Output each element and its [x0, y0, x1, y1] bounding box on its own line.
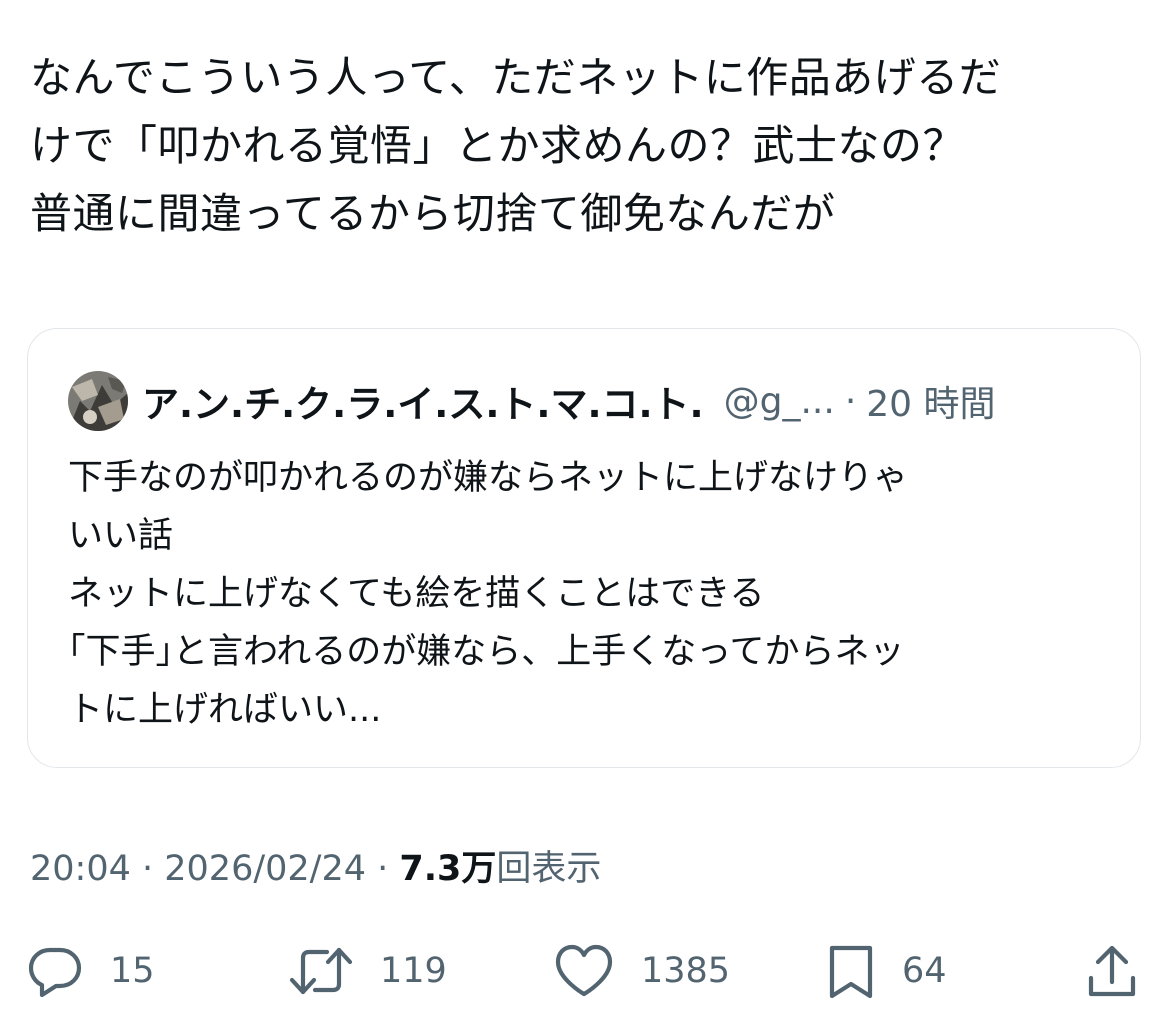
quoted-author-handle[interactable]: @g_...: [724, 381, 835, 422]
reply-icon: [28, 947, 82, 998]
quoted-timestamp[interactable]: 20 時間: [866, 375, 995, 427]
quoted-text-line: ｢下手｣と言われるのが嫌なら、上手くなってからネッ: [68, 632, 905, 672]
tweet-text-line: なんでこういう人って、ただネットに作品あげるだ: [30, 53, 1002, 102]
quoted-tweet-header: ア.ン.チ.ク.ラ.イ.ス.ト.マ.コ.ト. @g_... · 20 時間: [68, 369, 996, 433]
tweet-date[interactable]: 2026/02/24: [164, 849, 366, 889]
avatar[interactable]: [68, 371, 128, 431]
views-label: 回表示: [496, 849, 602, 889]
share-icon: [1088, 945, 1136, 997]
separator-dot: ·: [844, 380, 857, 422]
tweet-text-line: 普通に間違ってるから切捨て御免なんだが: [30, 189, 836, 238]
action-bar: 15 119 1385 64: [0, 936, 1170, 1006]
meta-separator: ·: [130, 849, 165, 889]
views-count[interactable]: 7.3万: [399, 849, 496, 889]
quoted-text-line: 下手なのが叩かれるのが嫌ならネットに上げなけりゃ: [68, 458, 909, 498]
reply-button[interactable]: 15: [26, 936, 155, 1006]
quoted-text-line: ネットに上げなくても絵を描くことはできる: [68, 574, 765, 614]
tweet-time[interactable]: 20:04: [30, 849, 131, 889]
share-button[interactable]: [1086, 936, 1138, 1006]
reply-count: 15: [110, 951, 155, 991]
bookmark-button[interactable]: 64: [826, 936, 947, 1006]
quoted-text-line: トに上げればいい...: [68, 690, 382, 730]
avatar-image: [68, 371, 128, 431]
bookmark-icon: [829, 945, 873, 999]
quoted-author-name[interactable]: ア.ン.チ.ク.ラ.イ.ス.ト.マ.コ.ト.: [142, 374, 704, 428]
retweet-count: 119: [380, 951, 447, 991]
tweet-meta: 20:04 · 2026/02/24 · 7.3万回表示: [30, 840, 601, 891]
tweet-text: なんでこういう人って、ただネットに作品あげるだ けで「叩かれる覚悟」とか求めんの…: [30, 44, 1140, 248]
quoted-tweet-card[interactable]: ア.ン.チ.ク.ラ.イ.ス.ト.マ.コ.ト. @g_... · 20 時間 下手…: [27, 328, 1141, 768]
retweet-button[interactable]: 119: [288, 936, 447, 1006]
quoted-tweet-text: 下手なのが叩かれるのが嫌ならネットに上げなけりゃ いい話 ネットに上げなくても絵…: [68, 449, 1108, 739]
bookmark-count: 64: [902, 951, 947, 991]
tweet-text-line: けで「叩かれる覚悟」とか求めんの？武士なの？: [30, 121, 966, 170]
heart-icon: [555, 944, 613, 997]
like-count: 1385: [641, 951, 731, 991]
like-button[interactable]: 1385: [553, 936, 730, 1006]
retweet-icon: [289, 947, 353, 995]
quoted-text-line: いい話: [68, 516, 174, 556]
meta-separator: ·: [366, 849, 400, 889]
